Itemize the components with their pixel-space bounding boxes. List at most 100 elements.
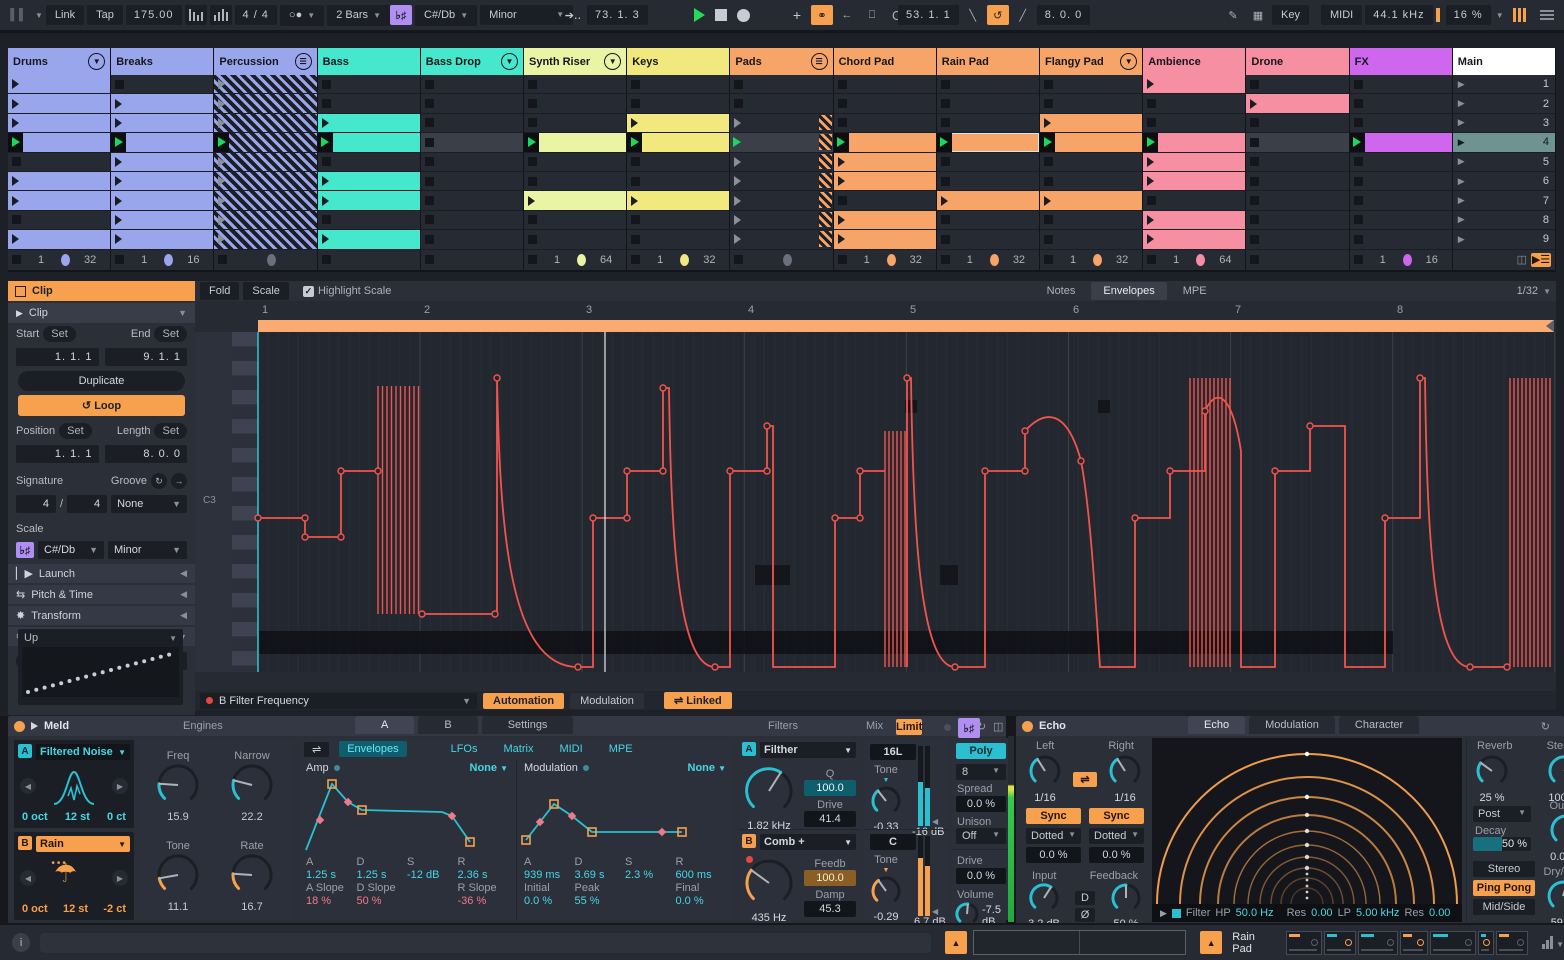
meld-randomize-icon[interactable]: ↻ <box>977 720 986 733</box>
automation-arm-icon[interactable]: ⚭ <box>811 5 833 25</box>
clip-slot[interactable] <box>730 152 834 172</box>
clip-slot[interactable] <box>833 191 937 211</box>
time-signature-field[interactable]: 4 / 4 <box>234 5 277 25</box>
scene-slot-9[interactable]: ▶ 9 <box>1452 230 1556 250</box>
mod-env-target-menu[interactable]: None ▼ <box>688 762 726 774</box>
clip-slot[interactable] <box>8 171 112 192</box>
track-header[interactable]: Bass <box>317 48 421 75</box>
key-root-menu[interactable]: C#/Db ▼ <box>415 4 478 26</box>
clip-tab[interactable]: Clip <box>8 281 195 301</box>
meld-expand-icon[interactable] <box>31 722 38 730</box>
meld-tab-settings[interactable]: Settings <box>481 716 574 734</box>
clip-slot[interactable] <box>936 75 1040 95</box>
engine-a-cents[interactable]: 0 ct <box>107 811 126 823</box>
punch-in-icon[interactable]: ╲ <box>962 5 984 25</box>
clip-slot[interactable] <box>317 191 421 211</box>
scale-root-menu[interactable]: C#/Db ▼ <box>38 541 104 559</box>
echo-lp-freq[interactable]: 5.00 kHz <box>1356 907 1399 919</box>
loop-start-field[interactable]: 53. 1. 1 <box>898 5 959 25</box>
echo-output-knob[interactable]: Output0.0 dB <box>1549 800 1564 863</box>
clip-slot[interactable] <box>317 75 421 95</box>
scene-slot-3[interactable]: ▶ 3 <box>1452 113 1556 134</box>
clip-slot[interactable] <box>936 133 1040 153</box>
info-view-icon[interactable]: i <box>12 933 31 952</box>
clip-slot[interactable] <box>936 191 1040 211</box>
mod-peak[interactable]: 55 % <box>575 895 626 907</box>
clip-slot[interactable] <box>420 210 524 231</box>
end-set-button[interactable]: Set <box>154 326 187 342</box>
engine-a-next-icon[interactable]: ▶ <box>112 778 128 794</box>
re-enable-automation-icon[interactable]: ← <box>836 5 858 25</box>
clip-slot[interactable] <box>1040 230 1144 250</box>
clip-slot[interactable] <box>833 113 937 134</box>
clip-slot[interactable] <box>524 94 628 114</box>
launch-section[interactable]: ▏▶ Launch ◀ <box>8 564 195 583</box>
clip-slot[interactable] <box>833 171 937 192</box>
computer-midi-keyboard-icon[interactable]: ▦ <box>1247 5 1269 25</box>
clip-slot[interactable] <box>317 94 421 114</box>
clip-slot[interactable] <box>317 152 421 172</box>
track-header[interactable]: FX <box>1349 48 1453 75</box>
echo-title[interactable]: Echo <box>1039 720 1066 732</box>
clip-slot[interactable] <box>8 230 112 250</box>
voices-menu[interactable]: 8 ▼ <box>956 764 1006 780</box>
clip-slot[interactable] <box>833 152 937 172</box>
clip-slot[interactable] <box>111 191 215 211</box>
chevron-circle-icon[interactable]: ▼ <box>604 53 622 70</box>
key-signature-icon[interactable]: ♭♯ <box>390 5 412 25</box>
signature-numerator-field[interactable]: 4 <box>16 495 56 513</box>
track-status-cell[interactable]: 1 32 <box>8 249 112 270</box>
amp-attack[interactable]: 1.25 s <box>306 869 357 881</box>
track-header[interactable]: Synth Riser ▼ <box>524 48 628 75</box>
clip-slot[interactable] <box>420 133 524 153</box>
menu-circle-icon[interactable]: ☰ <box>810 53 828 70</box>
track-status-cell[interactable] <box>730 249 834 270</box>
meld-tab-a[interactable]: A <box>355 716 415 734</box>
clip-slot[interactable] <box>833 230 937 250</box>
clip-slot[interactable] <box>214 75 318 95</box>
track-header[interactable]: Flangy Pad ▼ <box>1040 48 1144 75</box>
clip-slot[interactable] <box>1040 133 1144 153</box>
clip-length-field[interactable]: 8. 0. 0 <box>104 445 187 463</box>
clip-slot[interactable] <box>8 210 112 231</box>
track-status-cell[interactable] <box>317 249 421 270</box>
echo-right-mode-menu[interactable]: Dotted ▼ <box>1089 828 1144 844</box>
track-header[interactable]: Keys <box>627 48 731 75</box>
envelope-parameter-menu[interactable]: B Filter Frequency ▼ <box>200 692 477 709</box>
shape-mode-label[interactable]: Up <box>24 632 38 644</box>
echo-phase-button[interactable]: Ø <box>1074 907 1096 922</box>
clip-slot[interactable] <box>833 94 937 114</box>
limit-button[interactable]: Limit <box>896 719 923 735</box>
scene-slot-6[interactable]: ▶ 6 <box>1452 171 1556 192</box>
track-header[interactable]: Drums ▼ <box>8 48 112 75</box>
highlight-scale-checkbox[interactable]: ✓ <box>302 285 314 297</box>
clip-slot[interactable] <box>420 152 524 172</box>
echo-left-time-knob[interactable]: 1/16 <box>1028 754 1062 804</box>
key-scale-menu[interactable]: Minor ▼ <box>480 5 574 25</box>
amp-decay[interactable]: 1.25 s <box>357 869 408 881</box>
amp-r-slope[interactable]: -36 % <box>458 895 509 907</box>
echo-right-sync-button[interactable]: Sync <box>1089 808 1144 824</box>
clip-slot[interactable] <box>627 75 731 95</box>
clip-slot[interactable] <box>8 75 112 95</box>
filter-a-type-menu[interactable]: Filther ▼ <box>760 742 856 758</box>
clip-slot[interactable] <box>1349 191 1453 211</box>
clip-slot[interactable] <box>1143 191 1247 211</box>
clip-slot[interactable] <box>524 210 628 231</box>
filter-b-feedback[interactable]: 100.0 <box>804 870 856 886</box>
track-status-cell[interactable]: 1 16 <box>1349 249 1453 270</box>
clip-slot[interactable] <box>1143 75 1247 95</box>
echo-filter-play-icon[interactable]: ▶ <box>1160 908 1167 919</box>
filter-a-q[interactable]: 100.0 <box>804 780 856 796</box>
clip-slot[interactable] <box>1246 230 1350 250</box>
clip-slot[interactable] <box>1143 171 1247 192</box>
track-header[interactable]: Pads ☰ <box>730 48 834 75</box>
scene-slot-2[interactable]: ▶ 2 <box>1452 94 1556 114</box>
tempo-field[interactable]: 175.00 <box>125 5 182 25</box>
clip-slot[interactable] <box>730 133 834 153</box>
unison-menu[interactable]: Off ▼ <box>956 828 1006 844</box>
track-status-cell[interactable]: 1 32 <box>833 249 937 270</box>
engine-a-preset-menu[interactable]: Filtered Noise ▼ <box>36 744 130 760</box>
clip-slot[interactable] <box>936 171 1040 192</box>
echo-tab-character[interactable]: Character <box>1338 716 1420 734</box>
